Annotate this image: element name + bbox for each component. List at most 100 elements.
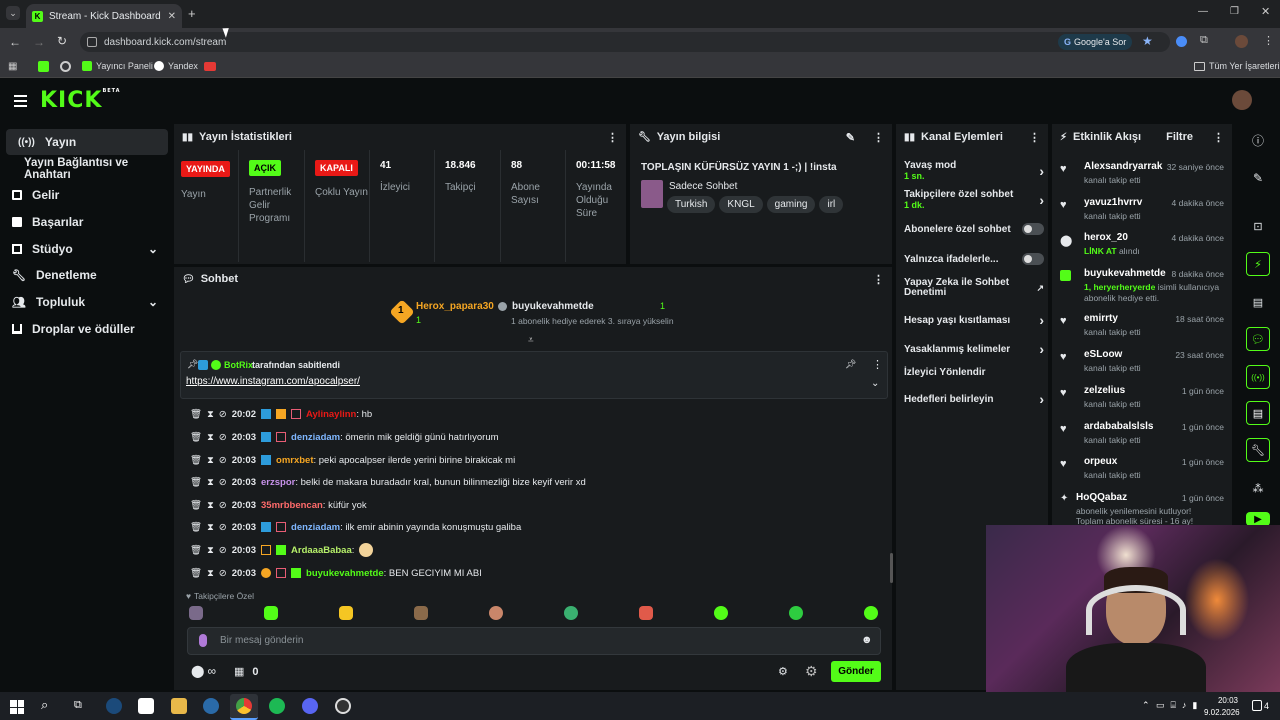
pinned-message[interactable]	[180, 351, 888, 399]
chat-message[interactable]: 🗑︎ ⧗ ⊘ 20:03 denziadam: ömerin mik geldiği…	[190, 429, 499, 445]
action-banned-words[interactable]: Yasaklanmış kelimeler ›	[904, 341, 1044, 357]
action-goals[interactable]: Hedefleri belirleyin ›	[904, 391, 1044, 407]
bookmark-yayinci-paneli[interactable]: Yayıncı Paneli	[82, 61, 153, 71]
message-user[interactable]: denziadam	[291, 522, 340, 533]
extension-icon[interactable]	[1176, 36, 1187, 47]
youtube-bookmark-icon[interactable]	[204, 62, 216, 71]
chrome-icon[interactable]	[236, 698, 252, 714]
delete-icon[interactable]: 🗑︎	[190, 455, 202, 466]
folder-icon[interactable]	[171, 698, 187, 714]
stream-info-menu-icon[interactable]: ⋮	[873, 131, 884, 144]
obs-icon[interactable]	[335, 698, 351, 714]
ban-icon[interactable]: ⊘	[219, 477, 227, 488]
emote-icon[interactable]	[714, 606, 728, 620]
tray-chevron-icon[interactable]: ⌃	[1142, 700, 1150, 711]
sidebar-item-studyo[interactable]: Stüdyo ⌄	[0, 236, 162, 262]
close-window-button[interactable]: ✕	[1261, 5, 1270, 18]
google-ask-button[interactable]: G Google'a Sor	[1058, 34, 1133, 50]
top-gifter-name[interactable]: Herox_papara30	[416, 301, 494, 312]
timeout-icon[interactable]: ⧗	[207, 545, 214, 556]
user-avatar[interactable]	[1232, 90, 1252, 110]
crop-icon[interactable]: ⊡	[1246, 214, 1270, 238]
spotify-icon[interactable]	[269, 698, 285, 714]
discord-icon[interactable]	[302, 698, 318, 714]
gifter2-name[interactable]: buyukevahmetde	[512, 301, 594, 312]
ban-icon[interactable]: ⊘	[219, 568, 227, 579]
hamburger-menu-icon[interactable]	[14, 95, 27, 107]
minimize-button[interactable]: —	[1198, 6, 1208, 17]
action-account-age[interactable]: Hesap yaşı kısıtlaması ›	[904, 312, 1044, 328]
lightning-icon[interactable]: ⚡︎	[1246, 252, 1270, 276]
message-user[interactable]: omrxbet	[276, 455, 313, 466]
sidebar-item-stream-key[interactable]: Yayın Bağlantısı ve Anahtarı	[12, 156, 174, 182]
emote-icon[interactable]	[564, 606, 578, 620]
sidebar-item-topluluk[interactable]: 👥︎ Topluluk ⌄	[0, 289, 162, 315]
pinned-menu-icon[interactable]: ⋮	[872, 358, 883, 371]
expand-chevron-icon[interactable]: ⌄	[871, 378, 879, 389]
ban-icon[interactable]: ⊘	[219, 500, 227, 511]
chat-message[interactable]: 🗑︎ ⧗ ⊘ 20:03 ArdaaaBabaa:	[190, 542, 374, 558]
stats-menu-icon[interactable]: ⋮	[607, 131, 618, 144]
wrench-icon[interactable]: 🔧︎	[1246, 438, 1270, 462]
scroll-down-icon[interactable]: ⩡	[528, 335, 534, 346]
emote-icon[interactable]	[864, 606, 878, 620]
edit-icon[interactable]: ✎	[846, 131, 855, 144]
list-icon[interactable]: ▤	[1246, 401, 1270, 425]
ban-icon[interactable]: ⊘	[219, 545, 227, 556]
clock[interactable]: 20:03 9.02.2026	[1204, 695, 1240, 719]
emote-icon[interactable]	[339, 606, 353, 620]
notification-icon[interactable]: 4	[1252, 700, 1269, 711]
chat-message[interactable]: 🗑︎ ⧗ ⊘ 20:03 denziadam: ilk emir abinin ya…	[190, 519, 521, 535]
delete-icon[interactable]: 🗑︎	[190, 432, 202, 443]
forward-icon[interactable]: →	[33, 35, 45, 49]
kick-bookmark-icon[interactable]	[38, 61, 49, 72]
chat-message[interactable]: 🗑︎ ⧗ ⊘ 20:03 buyukevahmetde: BEN GECIYIM M…	[190, 565, 482, 581]
info-icon[interactable]: ⓘ	[1246, 128, 1270, 152]
ban-icon[interactable]: ⊘	[219, 522, 227, 533]
activity-menu-icon[interactable]: ⋮	[1213, 131, 1224, 144]
delete-icon[interactable]: 🗑︎	[190, 409, 202, 420]
action-subscribers-only[interactable]: Abonelere özel sohbet	[904, 223, 1044, 235]
browser-menu-icon[interactable]: ⋮	[1263, 34, 1274, 47]
message-user[interactable]: ArdaaaBabaa	[291, 545, 352, 556]
action-slow-mode[interactable]: Yavaş mod 1 sn. ›	[904, 160, 1044, 181]
bookmark-yandex[interactable]: Yandex	[154, 61, 198, 71]
chat-icon[interactable]: 💬︎	[1246, 327, 1270, 351]
steam-icon[interactable]	[106, 698, 122, 714]
edit-icon[interactable]: ✎	[1246, 166, 1270, 190]
delete-icon[interactable]: 🗑︎	[190, 477, 202, 488]
profile-avatar[interactable]	[1235, 35, 1248, 48]
action-ai-moderation[interactable]: Yapay Zeka ile Sohbet Denetimi ↗	[904, 278, 1044, 298]
timeout-icon[interactable]: ⧗	[207, 409, 214, 420]
emote-icon[interactable]	[639, 606, 653, 620]
delete-icon[interactable]: 🗑︎	[190, 545, 202, 556]
chat-settings-icon[interactable]: ⚙	[778, 665, 788, 678]
all-bookmarks[interactable]: Tüm Yer İşaretleri	[1194, 61, 1280, 71]
apps-icon[interactable]: ▦	[8, 61, 17, 72]
ban-icon[interactable]: ⊘	[219, 455, 227, 466]
sidebar-item-yayin[interactable]: ((•)) Yayın	[6, 129, 168, 155]
chat-menu-icon[interactable]: ⋮	[873, 273, 884, 286]
reload-icon[interactable]: ↻	[57, 34, 67, 48]
chat-message[interactable]: 🗑︎ ⧗ ⊘ 20:03 omrxbet: peki apocalpser iler…	[190, 452, 515, 468]
ban-icon[interactable]: ⊘	[219, 409, 227, 420]
pinned-link[interactable]: https://www.instagram.com/apocalpser/	[186, 376, 360, 387]
delete-icon[interactable]: 🗑︎	[190, 500, 202, 511]
chat-message[interactable]: 🗑︎ ⧗ ⊘ 20:03 erzspor: belki de makara bura…	[190, 474, 586, 490]
timeout-icon[interactable]: ⧗	[207, 455, 214, 466]
chat-mod-settings-icon[interactable]: ⚙	[805, 663, 818, 680]
new-tab-button[interactable]: +	[188, 6, 196, 21]
url-field[interactable]: dashboard.kick.com/stream	[80, 32, 1170, 52]
action-raid[interactable]: İzleyici Yönlendir	[904, 367, 1044, 378]
sidebar-item-basarilar[interactable]: Başarılar	[0, 209, 162, 235]
site-info-icon[interactable]	[87, 37, 97, 47]
clapper-icon[interactable]: ▶	[1246, 512, 1270, 526]
message-user[interactable]: Aylinaylinn	[306, 409, 356, 420]
send-button[interactable]: Gönder	[831, 661, 881, 682]
emote-icon[interactable]	[414, 606, 428, 620]
message-user[interactable]: denziadam	[291, 432, 340, 443]
back-icon[interactable]: ←	[9, 35, 21, 49]
timeout-icon[interactable]: ⧗	[207, 500, 214, 511]
windows-start-icon[interactable]	[10, 700, 24, 714]
filter-button[interactable]: Filtre	[1166, 131, 1193, 143]
